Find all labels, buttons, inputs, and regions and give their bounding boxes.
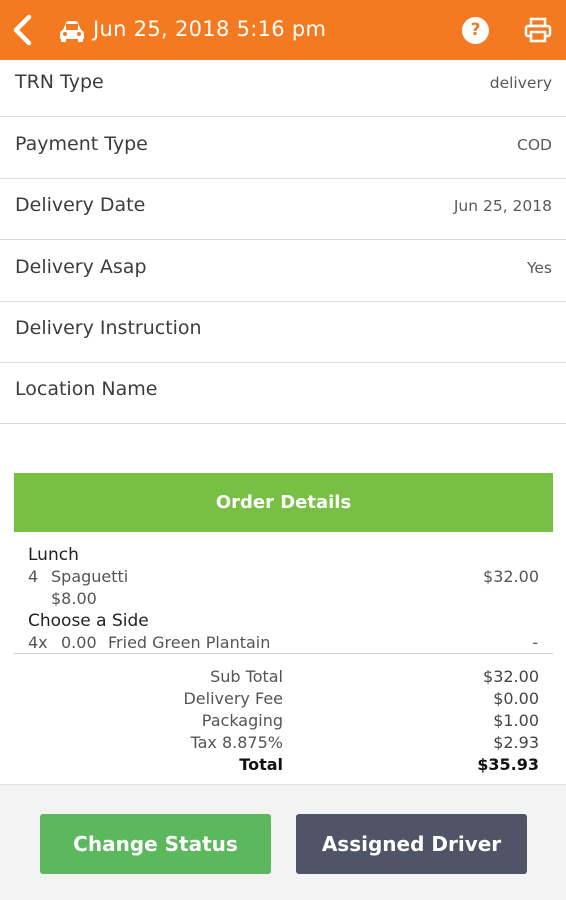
packaging-value: $1.00 <box>493 711 539 730</box>
info-value: Yes <box>526 259 552 277</box>
back-button[interactable] <box>8 12 38 48</box>
divider <box>14 653 553 654</box>
info-row-delivery-asap: Delivery Asap Yes <box>0 240 566 302</box>
info-value: delivery <box>489 74 552 92</box>
info-row-location-name: Location Name <box>0 362 566 424</box>
info-row-trn-type: TRN Type delivery <box>0 55 566 117</box>
help-button[interactable]: ? <box>462 17 489 44</box>
order-category: Lunch <box>28 545 79 565</box>
printer-icon <box>524 17 552 47</box>
car-icon <box>58 19 86 47</box>
info-label: Payment Type <box>15 133 148 155</box>
back-arrow-icon <box>8 12 38 48</box>
subtotal-value: $32.00 <box>483 667 539 686</box>
option-group-title: Choose a Side <box>28 611 149 631</box>
info-label: Delivery Asap <box>15 256 147 278</box>
info-label: Location Name <box>15 378 158 400</box>
option-total: - <box>532 633 538 652</box>
order-details-header: Order Details <box>14 473 553 532</box>
item-quantity: 4 <box>28 567 39 586</box>
action-footer: Change Status Assigned Driver <box>0 784 566 900</box>
total-label: Total <box>239 755 283 774</box>
info-row-delivery-instruction: Delivery Instruction <box>0 301 566 363</box>
info-label: Delivery Date <box>15 194 146 216</box>
packaging-label: Packaging <box>201 711 283 730</box>
item-price: $32.00 <box>483 567 539 586</box>
info-row-payment-type: Payment Type COD <box>0 117 566 179</box>
total-value: $35.93 <box>477 755 539 774</box>
change-status-button[interactable]: Change Status <box>40 814 271 874</box>
info-label: TRN Type <box>15 71 104 93</box>
tax-value: $2.93 <box>493 733 539 752</box>
print-button[interactable] <box>524 17 552 47</box>
item-name: Spaguetti <box>51 567 129 586</box>
assigned-driver-button[interactable]: Assigned Driver <box>296 814 527 874</box>
option-name: Fried Green Plantain <box>108 633 271 652</box>
option-price: 0.00 <box>61 633 97 652</box>
delivery-fee-label: Delivery Fee <box>183 689 283 708</box>
option-quantity: 4x <box>28 633 48 652</box>
info-value: Jun 25, 2018 <box>453 197 552 215</box>
info-label: Delivery Instruction <box>15 317 202 339</box>
subtotal-label: Sub Total <box>210 667 283 686</box>
delivery-fee-value: $0.00 <box>493 689 539 708</box>
info-value: COD <box>517 136 552 154</box>
page-title: Jun 25, 2018 5:16 pm <box>93 17 327 41</box>
info-row-delivery-date: Delivery Date Jun 25, 2018 <box>0 178 566 240</box>
tax-label: Tax 8.875% <box>190 733 284 752</box>
help-icon: ? <box>470 20 481 40</box>
item-unit-price: $8.00 <box>51 589 97 608</box>
top-bar: Jun 25, 2018 5:16 pm ? <box>0 0 566 60</box>
